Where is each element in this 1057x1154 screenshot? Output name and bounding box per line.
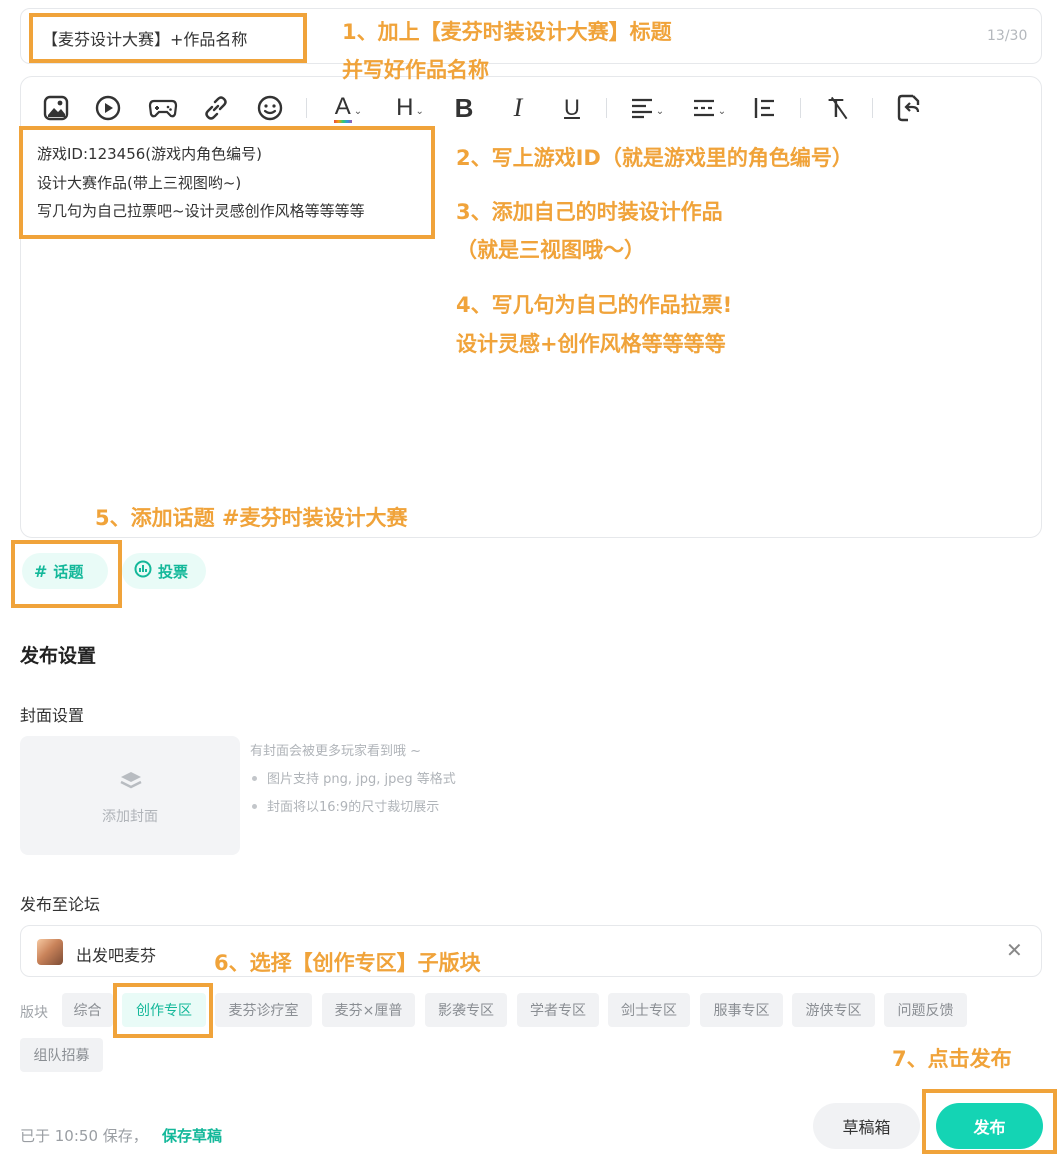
cover-settings-label: 封面设置 [20,706,85,725]
tag-item[interactable]: 学者专区 [517,993,599,1027]
forum-avatar [37,939,63,965]
annotation-step-6: 6、选择【创作专区】子版块 [214,951,481,975]
font-color-icon[interactable]: A ⌄ [326,92,370,124]
annotation-box-publish [922,1089,1057,1154]
tag-item[interactable]: 问题反馈 [884,993,967,1027]
clear-format-icon[interactable]: T [820,92,852,124]
annotation-step-4-line2: 设计灵感+创作风格等等等等 [456,332,726,356]
annotation-box-title [29,13,307,63]
close-icon[interactable]: ✕ [1006,938,1023,962]
bold-icon[interactable]: B [448,92,480,124]
toolbar-divider [800,98,801,118]
annotation-step-4: 4、写几句为自己的作品拉票! [456,293,733,317]
vote-icon [134,560,152,582]
saved-status: 已于 10:50 保存， [20,1127,148,1145]
publish-settings-title: 发布设置 [20,645,97,667]
vote-label: 投票 [158,562,189,581]
annotation-box-tag [113,983,213,1038]
forum-label: 发布至论坛 [20,895,101,914]
underline-icon[interactable]: U [556,92,588,124]
heading-icon[interactable]: H ⌄ [388,92,432,124]
toolbar-divider [606,98,607,118]
italic-icon[interactable]: I [502,92,534,124]
toolbar-divider [306,98,307,118]
annotation-step-2: 2、写上游戏ID（就是游戏里的角色编号） [456,146,853,170]
undo-icon[interactable] [892,92,926,124]
list-icon[interactable] [748,92,780,124]
tag-item[interactable]: 麦芬×厘普 [322,993,415,1027]
layers-icon [119,770,143,796]
annotation-step-1-line2: 并写好作品名称 [342,58,489,82]
vote-button[interactable]: 投票 [122,553,206,589]
forum-name: 出发吧麦芬 [76,946,157,965]
video-icon[interactable] [92,92,124,124]
annotation-step-1: 1、加上【麦芬时装设计大赛】标题 [342,20,672,44]
game-icon[interactable] [146,92,180,124]
annotation-box-body [19,126,435,239]
tag-item[interactable]: 游侠专区 [792,993,875,1027]
annotation-step-3-line2: （就是三视图哦～） [456,238,645,262]
title-char-count: 13/30 [987,28,1028,44]
save-draft-link[interactable]: 保存草稿 [162,1125,222,1146]
add-cover-label: 添加封面 [102,809,158,825]
link-icon[interactable] [200,92,232,124]
image-icon[interactable] [40,92,72,124]
annotation-box-topic [11,540,122,608]
tag-item[interactable]: 组队招募 [20,1038,103,1072]
toolbar-divider [872,98,873,118]
tag-item[interactable]: 麦芬诊疗室 [215,993,312,1027]
divider-icon[interactable]: ⌄ [686,92,732,124]
align-icon[interactable]: ⌄ [624,92,670,124]
annotation-step-7: 7、点击发布 [892,1047,1012,1071]
annotation-step-3: 3、添加自己的时装设计作品 [456,200,723,224]
draft-box-button[interactable]: 草稿箱 [813,1103,920,1149]
tag-item[interactable]: 影袭专区 [425,993,507,1027]
tag-item[interactable]: 服事专区 [700,993,783,1027]
annotation-step-5: 5、添加话题 #麦芬时装设计大赛 [95,506,408,530]
cover-hint: 封面将以16:9的尺寸裁切展示 [250,796,439,815]
tags-label: 版块 [20,1005,48,1021]
tag-item[interactable]: 剑士专区 [608,993,690,1027]
emoji-icon[interactable] [254,92,286,124]
tag-item[interactable]: 综合 [62,993,113,1027]
forum-select[interactable] [20,925,1042,977]
cover-hint: 图片支持 png, jpg, jpeg 等格式 [250,768,456,787]
cover-hint: 有封面会被更多玩家看到哦 ~ [250,744,422,759]
